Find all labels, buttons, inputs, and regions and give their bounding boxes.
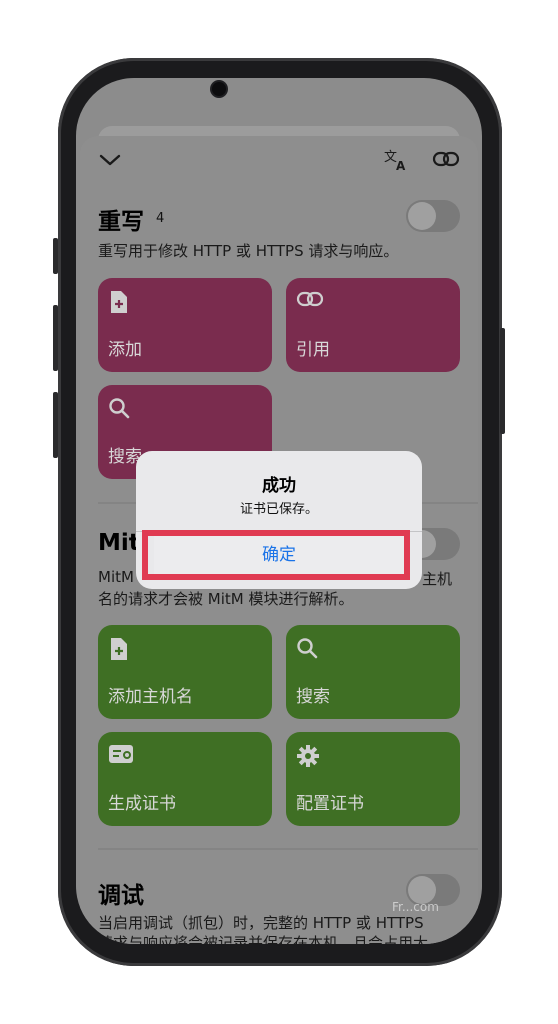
rewrite-title: 重写 [98,209,144,235]
tile-label: 添加 [108,340,142,360]
mitm-add-hostname-tile[interactable]: 添加主机名 [98,625,272,719]
rewrite-toggle[interactable] [406,200,460,232]
gear-icon [297,745,319,767]
rewrite-count: 4 [156,211,165,226]
tile-label: 配置证书 [296,794,364,814]
search-icon [297,638,318,659]
toggle-knob [408,202,436,230]
front-camera [212,82,226,96]
section-divider [98,848,478,850]
svg-text:A: A [396,159,406,172]
rewrite-add-tile[interactable]: 添加 [98,278,272,372]
mitm-description-line1: MitM [98,568,134,586]
add-file-icon [111,291,127,313]
volume-down-button [53,392,58,458]
translate-icon[interactable]: 文 A [383,148,409,172]
debug-description-line1: 当启用调试（抓包）时，完整的 HTTP 或 HTTPS [98,914,424,932]
alert-message: 证书已保存。 [239,502,318,517]
chevron-down-icon[interactable] [98,152,122,168]
volume-up-button [53,305,58,371]
link-icon [296,291,324,307]
mitm-description-line1-tail: 主机 [422,570,453,588]
tile-label: 生成证书 [108,794,176,814]
mitm-configure-cert-tile[interactable]: 配置证书 [286,732,460,826]
tile-label: 添加主机名 [108,687,193,707]
mute-switch [53,238,58,274]
tile-label: 引用 [296,340,330,360]
certificate-icon [109,745,133,763]
add-file-icon [111,638,127,660]
mitm-search-tile[interactable]: 搜索 [286,625,460,719]
search-icon [109,398,130,419]
mitm-generate-cert-tile[interactable]: 生成证书 [98,732,272,826]
alert-title: 成功 [262,476,296,496]
mitm-description-line2: 名的请求才会被 MitM 模块进行解析。 [98,590,354,608]
watermark: Fr...com [392,900,439,914]
debug-description-line2: 请求与响应将会被记录并保存在本机，且会占用大 [98,934,429,944]
debug-title: 调试 [98,883,144,909]
power-button [500,328,505,434]
rewrite-description: 重写用于修改 HTTP 或 HTTPS 请求与响应。 [98,242,399,260]
rewrite-reference-tile[interactable]: 引用 [286,278,460,372]
highlight-box [142,530,410,580]
link-icon[interactable] [432,150,460,168]
tile-label: 搜索 [296,687,330,707]
